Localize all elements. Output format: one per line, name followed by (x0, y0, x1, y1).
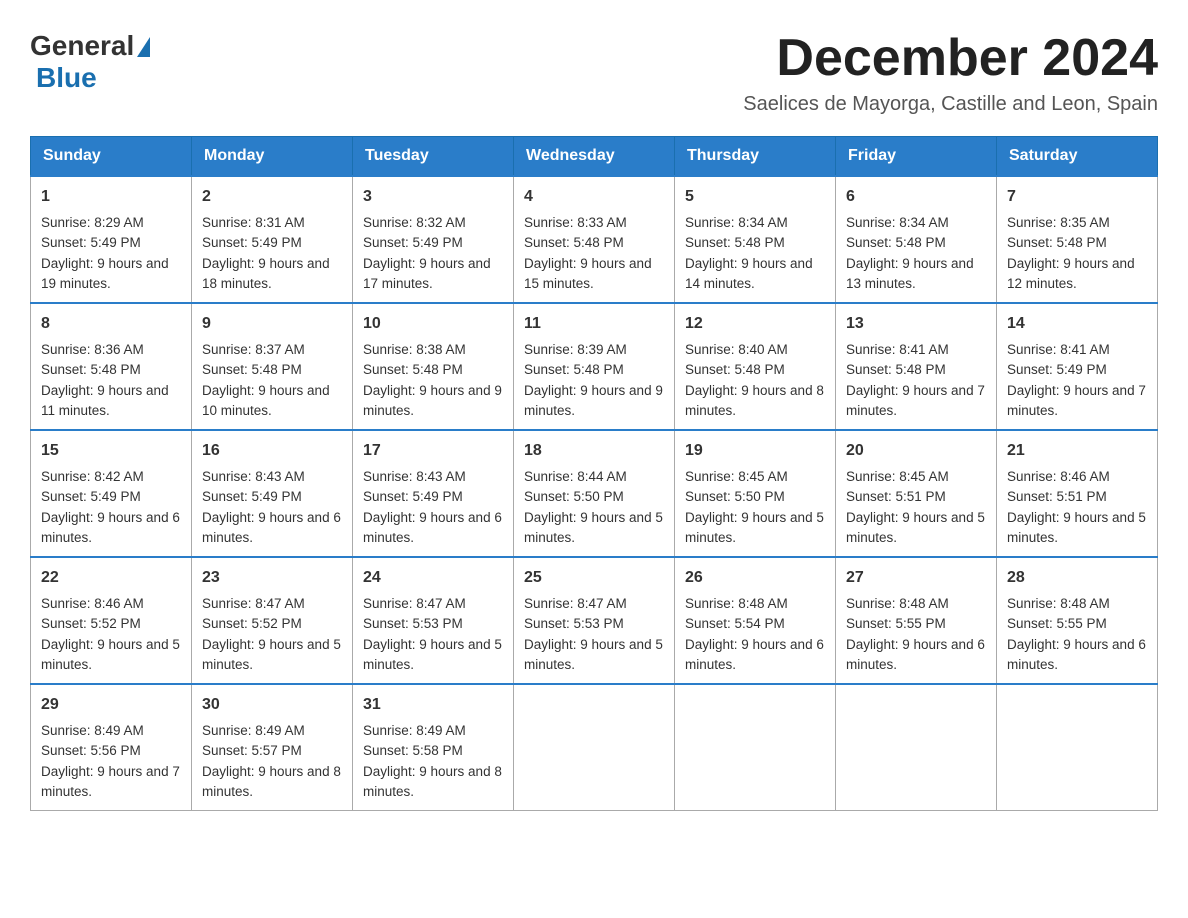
header-thursday: Thursday (675, 137, 836, 177)
calendar-cell: 11Sunrise: 8:39 AMSunset: 5:48 PMDayligh… (514, 303, 675, 430)
calendar-cell (997, 684, 1158, 811)
calendar-cell: 9Sunrise: 8:37 AMSunset: 5:48 PMDaylight… (192, 303, 353, 430)
calendar-cell: 28Sunrise: 8:48 AMSunset: 5:55 PMDayligh… (997, 557, 1158, 684)
calendar-cell: 21Sunrise: 8:46 AMSunset: 5:51 PMDayligh… (997, 430, 1158, 557)
calendar-cell: 22Sunrise: 8:46 AMSunset: 5:52 PMDayligh… (31, 557, 192, 684)
calendar-cell: 19Sunrise: 8:45 AMSunset: 5:50 PMDayligh… (675, 430, 836, 557)
day-number: 8 (41, 312, 181, 336)
day-number: 12 (685, 312, 825, 336)
day-number: 2 (202, 185, 342, 209)
calendar-cell: 17Sunrise: 8:43 AMSunset: 5:49 PMDayligh… (353, 430, 514, 557)
day-number: 17 (363, 439, 503, 463)
calendar-cell: 3Sunrise: 8:32 AMSunset: 5:49 PMDaylight… (353, 176, 514, 303)
day-number: 4 (524, 185, 664, 209)
day-number: 10 (363, 312, 503, 336)
day-number: 26 (685, 566, 825, 590)
day-number: 19 (685, 439, 825, 463)
calendar-cell: 2Sunrise: 8:31 AMSunset: 5:49 PMDaylight… (192, 176, 353, 303)
calendar-cell: 7Sunrise: 8:35 AMSunset: 5:48 PMDaylight… (997, 176, 1158, 303)
page-header: General Blue December 2024 Saelices de M… (30, 30, 1158, 116)
header-friday: Friday (836, 137, 997, 177)
day-number: 15 (41, 439, 181, 463)
month-title: December 2024 (743, 30, 1158, 87)
day-number: 14 (1007, 312, 1147, 336)
header-wednesday: Wednesday (514, 137, 675, 177)
day-number: 27 (846, 566, 986, 590)
calendar-cell (675, 684, 836, 811)
day-number: 18 (524, 439, 664, 463)
day-number: 21 (1007, 439, 1147, 463)
calendar-cell: 29Sunrise: 8:49 AMSunset: 5:56 PMDayligh… (31, 684, 192, 811)
week-row-5: 29Sunrise: 8:49 AMSunset: 5:56 PMDayligh… (31, 684, 1158, 811)
calendar-cell: 14Sunrise: 8:41 AMSunset: 5:49 PMDayligh… (997, 303, 1158, 430)
day-number: 7 (1007, 185, 1147, 209)
calendar-cell: 30Sunrise: 8:49 AMSunset: 5:57 PMDayligh… (192, 684, 353, 811)
calendar-cell: 18Sunrise: 8:44 AMSunset: 5:50 PMDayligh… (514, 430, 675, 557)
calendar-cell (836, 684, 997, 811)
calendar-cell: 24Sunrise: 8:47 AMSunset: 5:53 PMDayligh… (353, 557, 514, 684)
calendar-cell: 4Sunrise: 8:33 AMSunset: 5:48 PMDaylight… (514, 176, 675, 303)
logo-blue-text: Blue (36, 62, 97, 94)
day-number: 25 (524, 566, 664, 590)
header-tuesday: Tuesday (353, 137, 514, 177)
calendar-cell: 1Sunrise: 8:29 AMSunset: 5:49 PMDaylight… (31, 176, 192, 303)
calendar-cell: 15Sunrise: 8:42 AMSunset: 5:49 PMDayligh… (31, 430, 192, 557)
day-number: 11 (524, 312, 664, 336)
calendar-cell: 5Sunrise: 8:34 AMSunset: 5:48 PMDaylight… (675, 176, 836, 303)
calendar-body: 1Sunrise: 8:29 AMSunset: 5:49 PMDaylight… (31, 176, 1158, 811)
header-monday: Monday (192, 137, 353, 177)
day-number: 5 (685, 185, 825, 209)
day-number: 16 (202, 439, 342, 463)
day-number: 3 (363, 185, 503, 209)
day-number: 20 (846, 439, 986, 463)
day-number: 24 (363, 566, 503, 590)
calendar-cell: 25Sunrise: 8:47 AMSunset: 5:53 PMDayligh… (514, 557, 675, 684)
day-number: 23 (202, 566, 342, 590)
week-row-3: 15Sunrise: 8:42 AMSunset: 5:49 PMDayligh… (31, 430, 1158, 557)
logo-general-text: General (30, 30, 134, 62)
location-subtitle: Saelices de Mayorga, Castille and Leon, … (743, 93, 1158, 116)
week-row-4: 22Sunrise: 8:46 AMSunset: 5:52 PMDayligh… (31, 557, 1158, 684)
calendar-cell: 23Sunrise: 8:47 AMSunset: 5:52 PMDayligh… (192, 557, 353, 684)
day-number: 28 (1007, 566, 1147, 590)
week-row-2: 8Sunrise: 8:36 AMSunset: 5:48 PMDaylight… (31, 303, 1158, 430)
day-number: 6 (846, 185, 986, 209)
week-row-1: 1Sunrise: 8:29 AMSunset: 5:49 PMDaylight… (31, 176, 1158, 303)
day-number: 31 (363, 693, 503, 717)
header-sunday: Sunday (31, 137, 192, 177)
calendar-header: SundayMondayTuesdayWednesdayThursdayFrid… (31, 137, 1158, 177)
logo-triangle-icon (137, 37, 150, 57)
header-row: SundayMondayTuesdayWednesdayThursdayFrid… (31, 137, 1158, 177)
calendar-cell: 26Sunrise: 8:48 AMSunset: 5:54 PMDayligh… (675, 557, 836, 684)
header-saturday: Saturday (997, 137, 1158, 177)
day-number: 22 (41, 566, 181, 590)
day-number: 30 (202, 693, 342, 717)
calendar-cell: 16Sunrise: 8:43 AMSunset: 5:49 PMDayligh… (192, 430, 353, 557)
day-number: 29 (41, 693, 181, 717)
calendar-cell: 31Sunrise: 8:49 AMSunset: 5:58 PMDayligh… (353, 684, 514, 811)
calendar-cell (514, 684, 675, 811)
title-area: December 2024 Saelices de Mayorga, Casti… (743, 30, 1158, 116)
calendar-table: SundayMondayTuesdayWednesdayThursdayFrid… (30, 136, 1158, 811)
calendar-cell: 13Sunrise: 8:41 AMSunset: 5:48 PMDayligh… (836, 303, 997, 430)
calendar-cell: 12Sunrise: 8:40 AMSunset: 5:48 PMDayligh… (675, 303, 836, 430)
calendar-cell: 10Sunrise: 8:38 AMSunset: 5:48 PMDayligh… (353, 303, 514, 430)
day-number: 1 (41, 185, 181, 209)
calendar-cell: 20Sunrise: 8:45 AMSunset: 5:51 PMDayligh… (836, 430, 997, 557)
day-number: 13 (846, 312, 986, 336)
logo: General Blue (30, 30, 150, 94)
calendar-cell: 8Sunrise: 8:36 AMSunset: 5:48 PMDaylight… (31, 303, 192, 430)
day-number: 9 (202, 312, 342, 336)
calendar-cell: 6Sunrise: 8:34 AMSunset: 5:48 PMDaylight… (836, 176, 997, 303)
calendar-cell: 27Sunrise: 8:48 AMSunset: 5:55 PMDayligh… (836, 557, 997, 684)
